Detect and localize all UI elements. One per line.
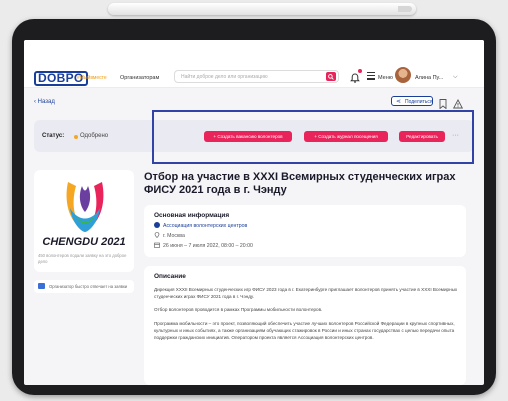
menu-icon[interactable]: [367, 72, 375, 80]
chengdu-logo-emblem: [66, 182, 104, 232]
city-name: г. Москва: [163, 233, 185, 239]
organizer-note-text: Организатор быстро отвечает на заявки: [49, 284, 128, 289]
user-name[interactable]: Алина Пу...: [415, 75, 443, 81]
volunteer-count: 450 волонтеров подали заявку на это добр…: [38, 253, 127, 264]
chat-icon: [38, 283, 45, 289]
status-value: Одобрено: [80, 133, 109, 139]
search-icon: [328, 73, 334, 80]
search-button[interactable]: [326, 72, 336, 81]
back-label: Назад: [37, 99, 55, 105]
location-icon: [154, 232, 160, 239]
chevron-down-icon[interactable]: ⌵: [453, 74, 458, 81]
stylus-tip: [398, 6, 412, 12]
event-logo-text: CHENGDU 2021: [42, 236, 126, 248]
search-placeholder: Найти доброе дело или организацию: [181, 74, 268, 80]
description-card: Описание Дирекция XXXII Всемирных студен…: [144, 266, 466, 385]
event-dates: 26 июня – 7 июля 2022, 08:00 – 20:00: [163, 243, 253, 249]
share-button[interactable]: ⋖ Поделиться: [391, 96, 433, 106]
building-icon: [154, 222, 160, 228]
event-title: Отбор на участие в XXXI Всемирных студен…: [144, 171, 456, 196]
calendar-icon: [154, 242, 160, 248]
status-label: Статус:: [42, 133, 65, 139]
organizers-link[interactable]: Организаторам: [120, 75, 159, 81]
top-header: DOBPO #Мыйвместе Организаторам Найти доб…: [24, 40, 484, 88]
organization-row[interactable]: Ассоциация волонтерских центров: [154, 222, 247, 229]
bookmark-icon[interactable]: [439, 96, 447, 110]
info-title: Основная информация: [154, 212, 230, 219]
main-info-card: Основная информация Ассоциация волонтерс…: [144, 205, 466, 257]
city-row: г. Москва: [154, 232, 185, 239]
share-label: Поделиться: [405, 99, 433, 105]
dates-row: 26 июня – 7 июля 2022, 08:00 – 20:00: [154, 242, 253, 249]
search-field[interactable]: Найти доброе дело или организацию: [174, 70, 339, 83]
status-dot: [74, 135, 78, 139]
avatar[interactable]: [395, 67, 411, 83]
highlight-frame: [152, 110, 474, 164]
organizer-note: Организатор быстро отвечает на заявки: [34, 280, 134, 293]
warning-icon[interactable]: [452, 96, 464, 109]
bell-icon: [350, 73, 360, 83]
share-icon: ⋖: [396, 99, 402, 105]
description-paragraph-2: Отбор волонтеров проводится в рамках Про…: [154, 307, 323, 312]
hashtag-link[interactable]: #Мыйвместе: [77, 75, 107, 81]
app-screen: DOBPO #Мыйвместе Организаторам Найти доб…: [24, 40, 484, 385]
description-title: Описание: [154, 273, 186, 280]
description-paragraph-3: Программа мобильности – это проект, позв…: [154, 321, 455, 340]
event-logo-card: CHENGDU 2021 450 волонтеров подали заявк…: [34, 170, 134, 272]
notification-badge: [358, 69, 362, 73]
menu-label[interactable]: Меню: [378, 75, 393, 81]
organization-name: Ассоциация волонтерских центров: [163, 223, 248, 229]
notifications-button[interactable]: [350, 69, 362, 83]
description-paragraph-1: Дирекция XXXII Всемирных студенческих иг…: [154, 287, 458, 299]
stylus-pencil: [108, 3, 416, 15]
back-link[interactable]: ‹ Назад: [34, 99, 55, 105]
